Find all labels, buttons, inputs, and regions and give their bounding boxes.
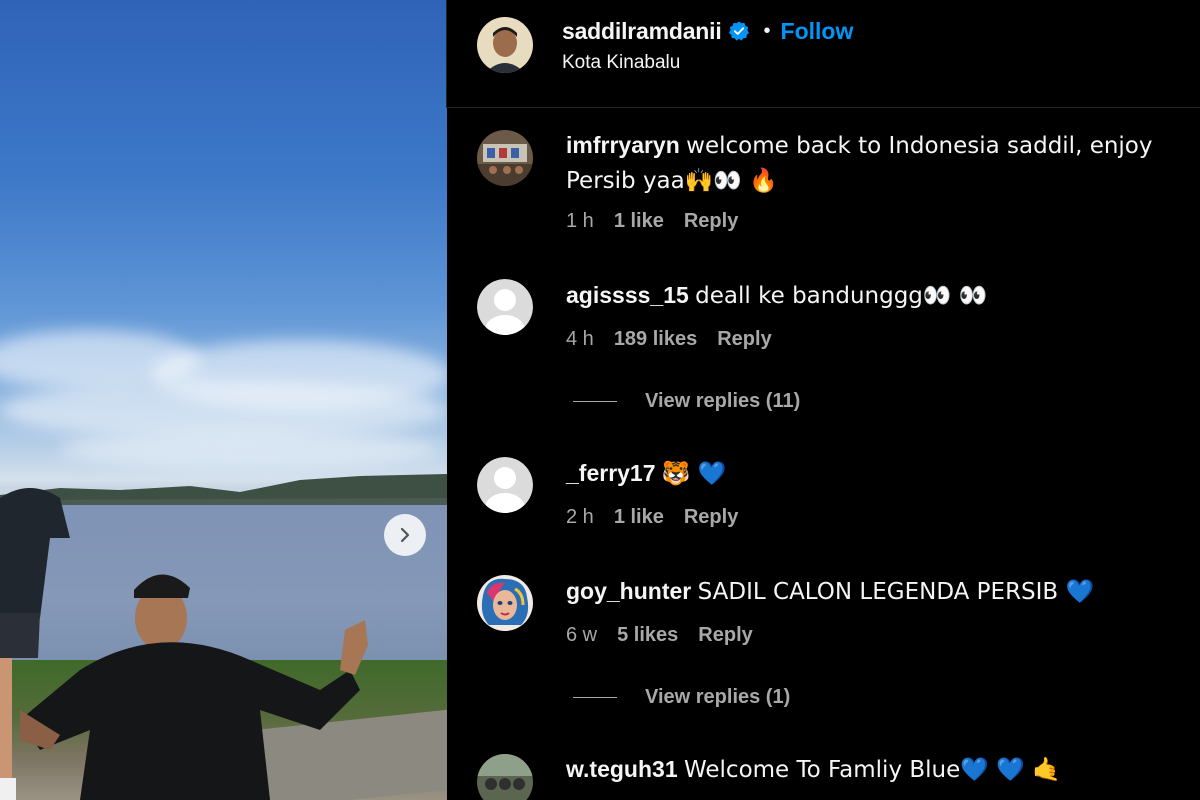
commenter-avatar[interactable] bbox=[477, 575, 533, 631]
comment-text: _ferry17 🐯 💙 bbox=[566, 456, 1176, 491]
carousel-next-button[interactable] bbox=[384, 514, 426, 556]
reply-button[interactable]: Reply bbox=[717, 328, 771, 351]
view-replies-label: View replies (11) bbox=[645, 390, 801, 412]
cloud bbox=[60, 430, 440, 470]
poster-avatar[interactable] bbox=[477, 17, 533, 73]
person-kneeling bbox=[20, 574, 368, 800]
post-header: saddilramdanii • Follow Kota Kinabalu bbox=[447, 0, 1200, 108]
comment-text: agissss_15 deall ke bandunggg👀 👀 bbox=[566, 278, 1176, 313]
comment-username[interactable]: _ferry17 bbox=[566, 460, 656, 486]
verified-badge-icon bbox=[728, 21, 749, 41]
default-avatar-icon bbox=[477, 457, 533, 513]
comment-likes[interactable]: 1 like bbox=[614, 210, 664, 233]
view-replies-button[interactable]: View replies (1) bbox=[573, 686, 790, 709]
commenter-avatar[interactable] bbox=[477, 130, 533, 186]
reply-line bbox=[573, 697, 617, 698]
comment-likes[interactable]: 5 likes bbox=[617, 624, 678, 647]
separator-dot: • bbox=[763, 19, 771, 42]
view-replies-label: View replies (1) bbox=[645, 686, 791, 708]
reply-line bbox=[573, 401, 617, 402]
comment-likes[interactable]: 1 like bbox=[614, 506, 664, 529]
comment-message: SADIL CALON LEGENDA PERSIB 💙 bbox=[697, 579, 1095, 605]
comment-text: w.teguh31 Welcome To Famliy Blue💙 💙 🤙 bbox=[566, 752, 1176, 787]
comment-meta: 6 w 5 likes Reply bbox=[566, 624, 773, 647]
view-replies-button[interactable]: View replies (11) bbox=[573, 390, 800, 413]
reply-button[interactable]: Reply bbox=[698, 624, 752, 647]
comment-meta: 4 h 189 likes Reply bbox=[566, 328, 792, 351]
reply-button[interactable]: Reply bbox=[684, 506, 738, 529]
comment-time[interactable]: 2 h bbox=[566, 506, 594, 529]
commenter-avatar[interactable] bbox=[477, 279, 533, 335]
comment-likes[interactable]: 189 likes bbox=[614, 328, 697, 351]
comment-meta: 1 h 1 like Reply bbox=[566, 210, 758, 233]
comment-username[interactable]: goy_hunter bbox=[566, 578, 691, 604]
comment-time[interactable]: 1 h bbox=[566, 210, 594, 233]
comment-message: Welcome To Famliy Blue💙 💙 🤙 bbox=[684, 757, 1061, 783]
poster-username[interactable]: saddilramdanii bbox=[562, 18, 722, 45]
poster-name-row: saddilramdanii • Follow bbox=[562, 16, 853, 46]
commenter-avatar[interactable] bbox=[477, 457, 533, 513]
comment-text: goy_hunter SADIL CALON LEGENDA PERSIB 💙 bbox=[566, 574, 1176, 609]
comment-username[interactable]: w.teguh31 bbox=[566, 756, 678, 782]
comment-time[interactable]: 6 w bbox=[566, 624, 597, 647]
comment-text: imfrryaryn welcome back to Indonesia sad… bbox=[566, 128, 1176, 198]
chevron-right-icon bbox=[400, 527, 410, 543]
post-location[interactable]: Kota Kinabalu bbox=[562, 52, 680, 74]
comments-panel: saddilramdanii • Follow Kota Kinabalu im… bbox=[447, 0, 1200, 800]
comment-username[interactable]: imfrryaryn bbox=[566, 132, 680, 158]
post-photo[interactable] bbox=[0, 0, 447, 800]
comment-time[interactable]: 4 h bbox=[566, 328, 594, 351]
default-avatar-icon bbox=[477, 279, 533, 335]
comment-message: deall ke bandunggg👀 👀 bbox=[695, 283, 988, 309]
follow-button[interactable]: Follow bbox=[781, 18, 854, 45]
commenter-avatar[interactable] bbox=[477, 754, 533, 800]
comment-username[interactable]: agissss_15 bbox=[566, 282, 689, 308]
reply-button[interactable]: Reply bbox=[684, 210, 738, 233]
comment-meta: 2 h 1 like Reply bbox=[566, 506, 758, 529]
comment-message: 🐯 💙 bbox=[661, 461, 727, 487]
